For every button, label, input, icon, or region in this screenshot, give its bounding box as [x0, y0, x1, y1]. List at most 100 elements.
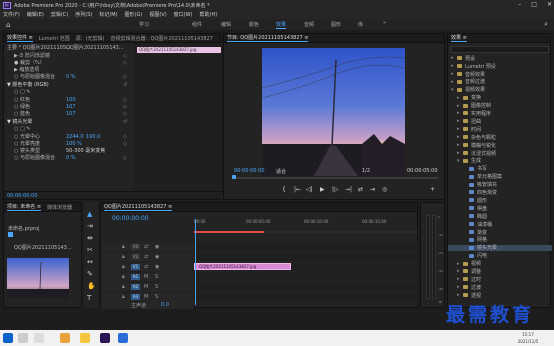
track-name[interactable]: A2 [131, 284, 140, 290]
program-viewer-image[interactable] [262, 48, 405, 176]
track-area[interactable] [194, 293, 419, 301]
lock-icon[interactable]: 🔒︎ [122, 294, 125, 300]
keyframe-icon[interactable]: ◇ [123, 134, 127, 140]
effects-list-item[interactable]: ▸ Lumetri 预设 [448, 63, 552, 70]
razor-tool-icon[interactable]: ✂ [87, 246, 93, 254]
track-area[interactable] [194, 283, 419, 291]
ec-timecode[interactable]: 00:00:00:00 [7, 193, 38, 199]
home-icon[interactable]: ⌂ [6, 21, 16, 29]
workspace-color[interactable]: 颜色 [249, 21, 259, 28]
project-item-name[interactable]: QQ图片20211105143... [14, 244, 72, 251]
lock-icon[interactable]: 🔒︎ [122, 254, 125, 260]
timeline-ruler[interactable]: 00:00 00:00:05:00 00:00:10:00 00:00:15:0… [194, 219, 418, 225]
eye-icon[interactable]: ◉ [155, 244, 159, 250]
ec-prop-value[interactable]: 107 [66, 104, 76, 110]
lens-type-select[interactable]: 50-300 毫米变焦 [66, 147, 105, 154]
reset-icon[interactable]: ↺ [123, 82, 127, 88]
lift-button[interactable]: ⇄ [358, 186, 363, 193]
track-name[interactable]: V2 [131, 254, 140, 260]
lock-icon[interactable]: 🔒︎ [122, 284, 125, 290]
keyframe-icon[interactable]: ◇ [123, 104, 127, 110]
effects-list-item[interactable]: 渐变 [448, 229, 552, 236]
effects-list-item[interactable]: ▸ 变换 [448, 95, 552, 102]
work-area-bar[interactable] [194, 231, 418, 233]
track-name[interactable]: V1 [131, 264, 140, 270]
effects-list-item[interactable]: ▸ 图像控制 [448, 102, 552, 110]
effects-list-item[interactable]: ▾ 视频效果 [448, 87, 552, 94]
lock-icon[interactable]: 🔒︎ [122, 244, 125, 250]
slip-tool-icon[interactable]: ↔ [87, 258, 93, 266]
effects-list-item[interactable]: 圆形 [448, 197, 552, 204]
button-editor-add[interactable]: + [430, 186, 435, 193]
effects-list-item[interactable]: 网格 [448, 237, 552, 243]
menu-file[interactable]: 文件(F) [3, 11, 20, 18]
mute-icon[interactable]: M [144, 284, 148, 290]
ec-prop-value-y[interactable]: 190.0 [86, 134, 100, 140]
maximize-icon[interactable]: □ [531, 1, 537, 8]
menu-marker[interactable]: 标记(M) [99, 11, 117, 18]
effects-list-item[interactable]: 镜头光晕 [448, 244, 552, 251]
fit-dropdown[interactable]: 适合 [276, 168, 286, 175]
selection-tool-icon[interactable]: ▲ [87, 210, 92, 218]
premiere-taskbar-icon[interactable] [100, 333, 110, 343]
effects-list-item[interactable]: 吸管填充 [448, 181, 552, 188]
track-name[interactable]: A3 [131, 294, 140, 300]
extract-button[interactable]: ⇥ [370, 186, 375, 193]
effects-list-item[interactable]: ▸ 模糊与锐化 [448, 142, 552, 149]
solo-icon[interactable]: S [155, 294, 158, 300]
mute-icon[interactable]: M [144, 274, 148, 280]
effects-list-item[interactable]: ▸ 音频过渡 [448, 79, 552, 86]
menu-help[interactable]: 帮助(H) [200, 11, 218, 18]
resolution-dropdown[interactable]: 1/2 [362, 168, 370, 174]
ec-prop-row[interactable]: ● 裁剪（%） ◇ [4, 59, 131, 67]
project-item-thumbnail[interactable] [7, 258, 69, 298]
ec-prop-row[interactable]: ○ 光晕亮度 100 % ◇ [4, 140, 131, 148]
tab-media-browser[interactable]: 媒体浏览器 [47, 204, 72, 211]
timeline-clip[interactable]: QQ图片20211105143827.jpg [194, 263, 291, 270]
effects-list-item[interactable]: ▸ 调整 [448, 268, 552, 275]
ec-prop-row[interactable]: ○ 光晕中心 2244.0 190.0 ◇ [4, 133, 131, 141]
menu-edit[interactable]: 编辑(E) [27, 11, 44, 18]
ec-prop-row[interactable]: ○ 与原始图像混合 0 % ◇ [4, 73, 131, 81]
timeline-timecode[interactable]: 00:00:00:00 [112, 215, 149, 222]
export-frame-button[interactable]: ◎ [382, 186, 387, 193]
workspace-assembly[interactable]: 组件 [192, 21, 202, 28]
ec-prop-value[interactable]: 0 % [66, 155, 76, 161]
ec-prop-row[interactable]: ▶ ⏱ 防闪烁滤镜 ◇ [4, 52, 131, 60]
effects-list-item[interactable]: ▸ 预设 [448, 55, 552, 62]
start-icon[interactable] [3, 333, 13, 343]
effects-list-item[interactable]: ▸ 透视 [448, 292, 552, 299]
tab-effects[interactable]: 效果 ≡ [451, 34, 467, 42]
step-forward-button[interactable]: |▷ [332, 186, 339, 193]
lock-icon[interactable]: 🔒︎ [122, 264, 125, 270]
go-to-in-button[interactable]: |← [294, 186, 301, 193]
menu-graphics[interactable]: 图形(G) [125, 11, 143, 18]
ec-prop-row[interactable]: ○ 红色 100 ◇ [4, 96, 131, 104]
menu-view[interactable]: 视图(V) [149, 11, 166, 18]
ec-prop-row[interactable]: ○ 镜头类型 50-300 毫米变焦 [4, 147, 131, 154]
track-area[interactable] [194, 253, 419, 261]
task-view-icon[interactable] [34, 333, 44, 343]
workspace-graphics[interactable]: 图形 [331, 21, 341, 28]
mute-icon[interactable]: M [144, 294, 148, 300]
mask-tools-icons[interactable]: ○ □ ✎ [14, 126, 30, 132]
effects-list-item[interactable]: ▸ 杂色与颗粒 [448, 134, 552, 141]
effects-list-item[interactable]: 四色渐变 [448, 189, 552, 196]
timeline-playhead-line[interactable] [195, 219, 196, 305]
track-area[interactable] [194, 273, 419, 281]
keyframe-icon[interactable]: ◇ [123, 97, 127, 103]
folder-icon[interactable] [80, 333, 90, 343]
search-icon[interactable] [18, 333, 28, 343]
ec-mask-tools[interactable]: ○ □ ✎ [4, 88, 131, 95]
system-clock[interactable]: 15:17 2021/11/5 [508, 331, 548, 345]
effects-list-item[interactable]: 闪电 [448, 253, 552, 259]
mark-in-button[interactable]: { [282, 186, 286, 193]
keyframe-icon[interactable]: ◇ [123, 53, 127, 59]
effects-list-item[interactable]: ▸ 过渡 [448, 284, 552, 291]
track-name[interactable]: A1 [131, 274, 140, 280]
program-timecode-in[interactable]: 00:00:00:00 [234, 168, 265, 174]
workspace-audio[interactable]: 音频 [304, 21, 314, 28]
ec-prop-value[interactable]: 2244.0 [66, 134, 84, 140]
menu-sequence[interactable]: 序列(S) [75, 11, 92, 18]
effects-list-item[interactable]: ▾ 生成 [448, 158, 552, 165]
